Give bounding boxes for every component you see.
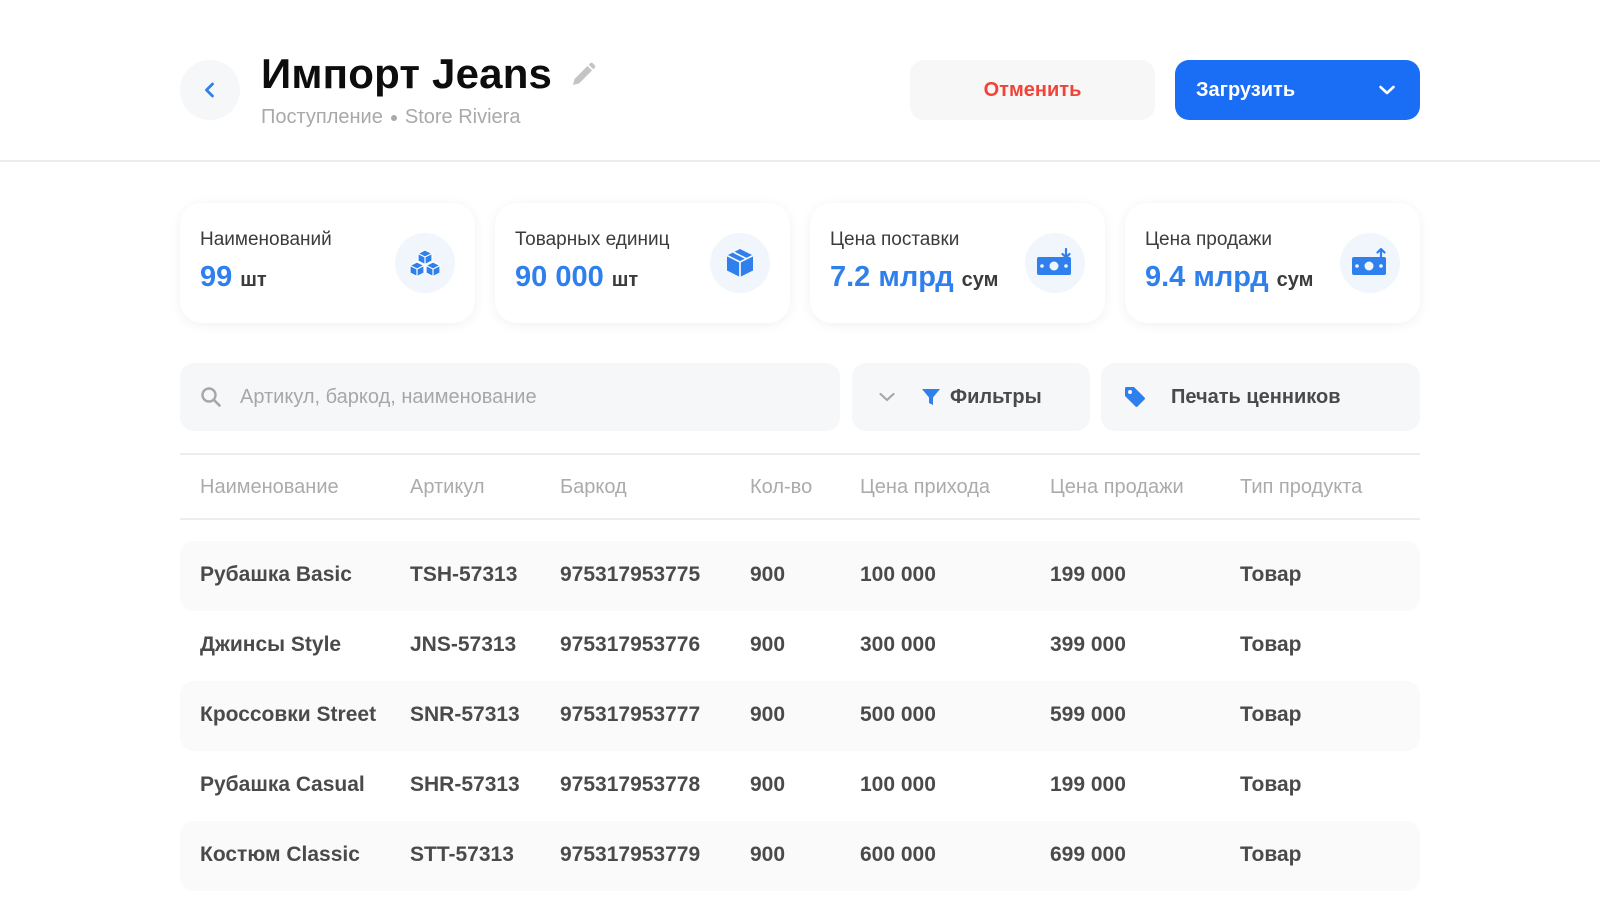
stat-unit: сум [1276, 269, 1314, 291]
cell-sku: TSH-57313 [410, 563, 518, 586]
stat-icon-wrap [395, 233, 455, 293]
table-header: Наименование Артикул Баркод Кол-во Цена … [180, 456, 1420, 520]
table-row[interactable]: Костюм Classic STT-57313 975317953779 90… [180, 821, 1420, 891]
filters-label: Фильтры [950, 385, 1042, 408]
table-divider [180, 453, 1420, 455]
stat-card-sale-price: Цена продажи 9.4 млрд сум [1125, 203, 1420, 323]
column-header-sku[interactable]: Артикул [410, 476, 485, 499]
cubes-icon [409, 249, 441, 278]
pencil-icon [573, 62, 596, 85]
column-header-quantity[interactable]: Кол-во [750, 476, 812, 499]
column-header-barcode[interactable]: Баркод [560, 476, 627, 499]
cancel-button[interactable]: Отменить [910, 60, 1155, 120]
cell-barcode: 975317953779 [560, 843, 701, 866]
table-row[interactable]: Джинсы Style JNS-57313 975317953776 900 … [180, 611, 1420, 681]
cell-barcode: 975317953775 [560, 563, 701, 586]
search-icon [201, 387, 221, 407]
cell-quantity: 900 [750, 773, 786, 796]
table-row[interactable]: Рубашка Basic TSH-57313 975317953775 900… [180, 541, 1420, 611]
cell-quantity: 900 [750, 703, 786, 726]
stat-card-supply-price: Цена поставки 7.2 млрд сум [810, 203, 1105, 323]
column-header-cost-price[interactable]: Цена прихода [860, 476, 990, 499]
cell-cost-price: 600 000 [860, 843, 936, 866]
cell-cost-price: 100 000 [860, 563, 936, 586]
stat-unit: шт [611, 269, 639, 291]
table-row[interactable]: Кроссовки Street SNR-57313 975317953777 … [180, 681, 1420, 751]
stat-card-units: Товарных единиц 90 000 шт [495, 203, 790, 323]
stat-unit: сум [961, 269, 999, 291]
stat-number: 99 [200, 261, 233, 293]
cell-name: Костюм Classic [200, 843, 360, 866]
box-icon [726, 249, 754, 277]
stat-number: 90 000 [515, 261, 604, 293]
cell-quantity: 900 [750, 633, 786, 656]
cell-cost-price: 300 000 [860, 633, 936, 656]
cell-product-type: Товар [1240, 843, 1302, 866]
cell-sku: STT-57313 [410, 843, 514, 866]
page-subtitle: Поступление Store Riviera [261, 106, 600, 129]
cell-sale-price: 399 000 [1050, 633, 1126, 656]
upload-button-label: Загрузить [1196, 78, 1296, 101]
separator-dot [390, 114, 397, 121]
cell-name: Джинсы Style [200, 633, 342, 656]
chevron-down-icon [879, 392, 895, 402]
back-button[interactable] [180, 60, 240, 120]
cell-barcode: 975317953776 [560, 633, 701, 656]
print-price-tags-button[interactable]: Печать ценников [1101, 363, 1420, 431]
search-input[interactable] [240, 385, 800, 409]
cell-sale-price: 599 000 [1050, 703, 1126, 726]
cell-sale-price: 199 000 [1050, 563, 1126, 586]
stat-icon-wrap [710, 233, 770, 293]
cell-product-type: Товар [1240, 773, 1302, 796]
page-header: Импорт Jeans Поступление Store Riviera О… [0, 0, 1600, 162]
stat-icon-wrap [1340, 233, 1400, 293]
cell-quantity: 900 [750, 843, 786, 866]
print-price-tags-label: Печать ценников [1171, 385, 1341, 408]
upload-button[interactable]: Загрузить [1175, 60, 1420, 120]
tag-icon [1125, 387, 1145, 407]
cell-name: Рубашка Basic [200, 563, 352, 586]
table-row[interactable]: Рубашка Casual SHR-57313 975317953778 90… [180, 751, 1420, 821]
money-in-icon [1037, 248, 1071, 275]
cell-quantity: 900 [750, 563, 786, 586]
store-name: Store Riviera [404, 106, 521, 128]
stat-number: 9.4 млрд [1145, 261, 1269, 293]
document-type: Поступление [261, 106, 383, 128]
cell-sku: SNR-57313 [410, 703, 520, 726]
filters-button[interactable]: Фильтры [852, 363, 1090, 431]
chevron-down-icon[interactable] [1376, 79, 1398, 101]
cell-sale-price: 199 000 [1050, 773, 1126, 796]
cell-sale-price: 699 000 [1050, 843, 1126, 866]
cell-product-type: Товар [1240, 633, 1302, 656]
cell-barcode: 975317953777 [560, 703, 701, 726]
cell-cost-price: 100 000 [860, 773, 936, 796]
edit-title-button[interactable] [566, 58, 600, 92]
cell-product-type: Товар [1240, 703, 1302, 726]
cell-sku: JNS-57313 [410, 633, 517, 656]
cell-name: Кроссовки Street [200, 703, 377, 726]
cell-barcode: 975317953778 [560, 773, 701, 796]
search-box[interactable] [180, 363, 840, 431]
stat-icon-wrap [1025, 233, 1085, 293]
column-header-sale-price[interactable]: Цена продажи [1050, 476, 1184, 499]
cell-product-type: Товар [1240, 563, 1302, 586]
stat-unit: шт [240, 269, 267, 291]
page-title: Импорт Jeans [261, 50, 553, 97]
cell-name: Рубашка Casual [200, 773, 365, 796]
column-header-product-type[interactable]: Тип продукта [1240, 476, 1362, 499]
chevron-left-icon [205, 82, 214, 98]
stat-card-items: Наименований 99 шт [180, 203, 475, 323]
cell-sku: SHR-57313 [410, 773, 520, 796]
money-out-icon [1352, 248, 1386, 275]
funnel-icon [922, 389, 940, 405]
stat-number: 7.2 млрд [830, 261, 954, 293]
column-header-name[interactable]: Наименование [200, 476, 339, 499]
cell-cost-price: 500 000 [860, 703, 936, 726]
title-block: Импорт Jeans Поступление Store Riviera [261, 50, 600, 129]
